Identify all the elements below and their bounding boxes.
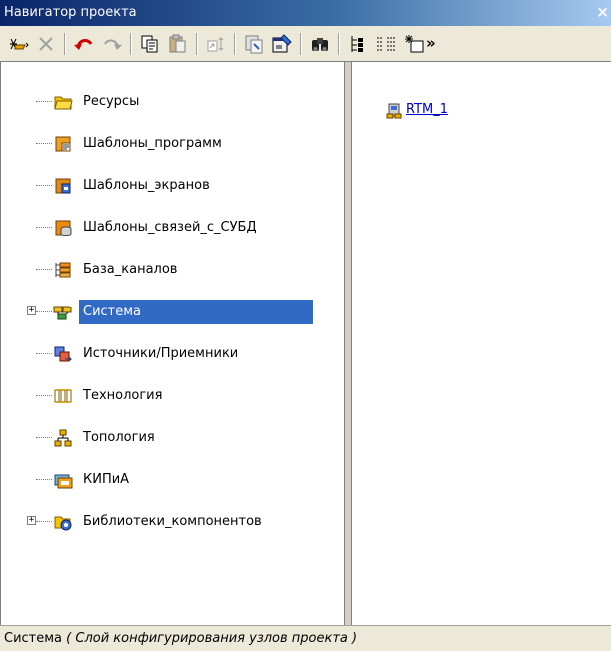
project-tree: Ресурсы Шаблоны_программ Шаблоны_экранов…: [0, 62, 345, 625]
find-button[interactable]: [308, 32, 332, 56]
undo-button[interactable]: [72, 32, 96, 56]
tree-view-icon: [351, 36, 363, 52]
find-icon: [312, 38, 328, 51]
toolbar: »: [0, 26, 611, 62]
list-view-button[interactable]: [374, 32, 398, 56]
technology-icon: [53, 386, 73, 406]
tree-item-shablony-programm[interactable]: Шаблоны_программ: [1, 130, 341, 158]
delete-icon: [39, 37, 53, 51]
tree-item-istochniki[interactable]: Источники/Приемники: [1, 340, 341, 368]
new-item-icon: [405, 35, 424, 53]
tree-item-label: Технология: [83, 388, 163, 403]
content-list: RTM_1: [351, 62, 611, 625]
tree-item-topologiya[interactable]: Топология: [1, 424, 341, 452]
screen-template-icon: [53, 176, 73, 196]
tree-item-shablony-ekranov[interactable]: Шаблоны_экранов: [1, 172, 341, 200]
redo-icon: [104, 39, 122, 50]
tree-item-label: Шаблоны_связей_с_СУБД: [83, 220, 257, 235]
channel-base-icon: [53, 260, 73, 280]
tree-item-tekhnologiya[interactable]: Технология: [1, 382, 341, 410]
toolbar-separator: [338, 33, 340, 55]
tree-item-shablony-svyazey[interactable]: Шаблоны_связей_с_СУБД: [1, 214, 341, 242]
properties-button[interactable]: [270, 32, 294, 56]
toolbar-separator: [196, 33, 198, 55]
status-main: Система: [4, 631, 63, 646]
new-item-button[interactable]: [402, 32, 426, 56]
expand-button[interactable]: +: [27, 306, 36, 315]
paste-button[interactable]: [166, 32, 190, 56]
sort-button[interactable]: [204, 32, 228, 56]
undo-icon: [74, 39, 93, 50]
sort-icon: [207, 37, 224, 52]
topology-icon: [53, 428, 73, 448]
close-button[interactable]: ×: [596, 3, 609, 21]
status-detail: ( Слой конфигурирования узлов проекта ): [66, 631, 358, 646]
new-object-button[interactable]: [6, 32, 30, 56]
sql-template-icon: [53, 218, 73, 238]
rtm-node-icon: [384, 100, 404, 120]
status-bar: Система ( Слой конфигурирования узлов пр…: [0, 625, 611, 651]
list-item-label: RTM_1: [406, 102, 449, 117]
tree-item-resursy[interactable]: Ресурсы: [1, 88, 341, 116]
new-object-icon: [10, 38, 29, 50]
export-icon: [245, 35, 263, 54]
expand-button[interactable]: +: [27, 516, 36, 525]
svg-text:S: S: [69, 302, 73, 309]
tree-item-biblioteki[interactable]: + Библиотеки_компонентов: [1, 508, 341, 536]
tree-item-label: КИПиА: [83, 472, 130, 487]
tree-item-sistema[interactable]: + S Система: [1, 298, 341, 326]
component-library-icon: [53, 512, 73, 532]
tree-item-label: База_каналов: [83, 262, 178, 277]
properties-icon: [272, 34, 292, 53]
system-icon: S: [53, 302, 73, 322]
list-view-icon: [377, 37, 395, 51]
tree-item-label: Топология: [83, 430, 155, 445]
tree-item-kipia[interactable]: КИПиА: [1, 466, 341, 494]
tree-item-label: Библиотеки_компонентов: [83, 514, 262, 529]
toolbar-separator: [130, 33, 132, 55]
toolbar-separator: [300, 33, 302, 55]
toolbar-separator: [234, 33, 236, 55]
copy-button[interactable]: [138, 32, 162, 56]
delete-button[interactable]: [34, 32, 58, 56]
toolbar-overflow-button[interactable]: »: [426, 34, 440, 58]
tree-view-button[interactable]: [346, 32, 370, 56]
window-title: Навигатор проекта: [4, 5, 137, 20]
status-text: Система ( Слой конфигурирования узлов пр…: [4, 631, 357, 646]
kipia-icon: [53, 470, 73, 490]
paste-icon: [169, 34, 186, 53]
tree-item-label: Источники/Приемники: [83, 346, 239, 361]
tree-item-label: Ресурсы: [83, 94, 140, 109]
tree-item-label: Шаблоны_экранов: [83, 178, 210, 193]
program-template-icon: [53, 134, 73, 154]
export-button[interactable]: [242, 32, 266, 56]
tree-item-label: Система: [79, 300, 313, 324]
title-bar: Навигатор проекта ×: [0, 0, 611, 26]
tree-item-label: Шаблоны_программ: [83, 136, 222, 151]
sources-icon: [53, 344, 73, 364]
redo-button[interactable]: [100, 32, 124, 56]
toolbar-separator: [64, 33, 66, 55]
tree-item-baza-kanalov[interactable]: База_каналов: [1, 256, 341, 284]
copy-icon: [141, 35, 158, 53]
folder-icon: [53, 92, 73, 112]
